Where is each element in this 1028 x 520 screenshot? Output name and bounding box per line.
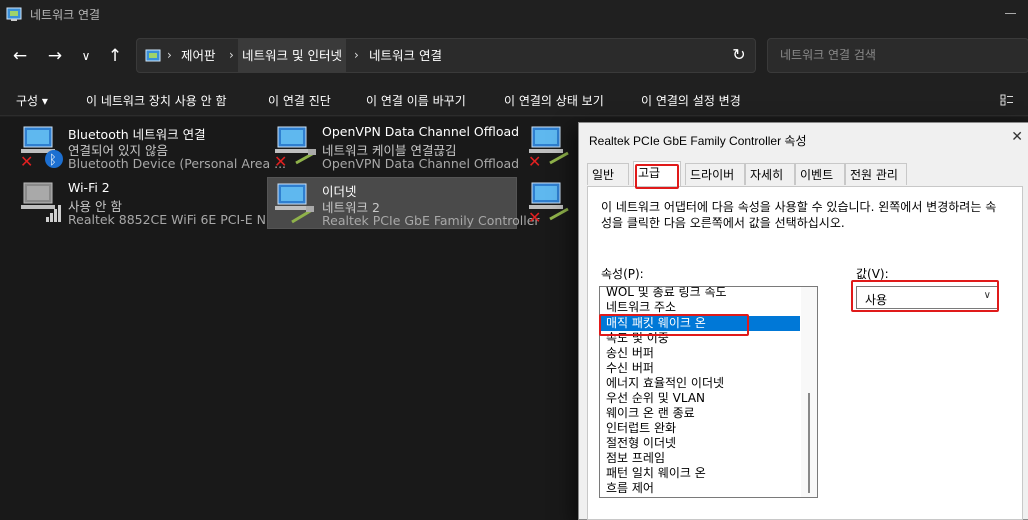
breadcrumb-network-internet[interactable]: 네트워크 및 인터넷 bbox=[238, 39, 346, 72]
list-item[interactable]: WOL 및 종료 링크 속도 bbox=[606, 287, 727, 300]
control-panel-icon bbox=[145, 49, 161, 62]
bluetooth-network-icon: ✕ ᛒ bbox=[20, 126, 63, 169]
svg-text:✕: ✕ bbox=[528, 152, 541, 169]
ethernet-disconnected-icon[interactable]: ✕ bbox=[524, 123, 574, 169]
advanced-panel: 이 네트워크 어댑터에 다음 속성을 사용할 수 있습니다. 왼쪽에서 변경하려… bbox=[587, 186, 1023, 520]
list-item[interactable]: 우선 순위 및 VLAN bbox=[606, 391, 705, 406]
network-folder-icon bbox=[6, 7, 22, 21]
refresh-icon[interactable]: ↻ bbox=[729, 45, 749, 65]
view-status-button[interactable]: 이 연결의 상태 보기 bbox=[504, 92, 604, 109]
list-item[interactable]: 패턴 일치 웨이크 온 bbox=[606, 466, 706, 481]
recent-chevron-down-icon[interactable]: ∨ bbox=[74, 44, 98, 68]
scrollbar-thumb[interactable] bbox=[808, 393, 810, 493]
value-label: 값(V): bbox=[856, 267, 889, 281]
rename-button[interactable]: 이 연결 이름 바꾸기 bbox=[366, 92, 466, 109]
list-item[interactable]: 절전형 이더넷 bbox=[606, 436, 676, 451]
connection-name: OpenVPN Data Channel Offload bbox=[322, 124, 520, 139]
svg-text:ᛒ: ᛒ bbox=[49, 153, 57, 168]
connection-device: Realtek 8852CE WiFi 6E PCI-E NIC bbox=[68, 212, 279, 227]
tab-advanced[interactable]: 고급 bbox=[633, 161, 681, 186]
close-icon[interactable]: ✕ bbox=[1011, 129, 1023, 145]
ethernet-disconnected-icon: ✕ bbox=[274, 126, 316, 169]
connection-item-wifi[interactable]: Wi-Fi 2 사용 안 함 Realtek 8852CE WiFi 6E PC… bbox=[14, 177, 278, 229]
connection-item-ethernet[interactable]: 이더넷 네트워크 2 Realtek PCIe GbE Family Contr… bbox=[267, 177, 540, 229]
svg-text:✕: ✕ bbox=[528, 208, 541, 225]
connection-name: Wi-Fi 2 bbox=[68, 180, 110, 195]
dialog-title: Realtek PCIe GbE Family Controller 속성 bbox=[589, 134, 807, 148]
search-box[interactable] bbox=[767, 38, 1028, 73]
chevron-down-icon: ∨ bbox=[983, 290, 991, 301]
list-item[interactable]: 에너지 효율적인 이더넷 bbox=[606, 376, 724, 391]
list-item[interactable]: 흐름 제어 bbox=[606, 481, 654, 496]
connection-device: OpenVPN Data Channel Offload bbox=[322, 156, 520, 171]
disable-device-button[interactable]: 이 네트워크 장치 사용 안 함 bbox=[86, 92, 227, 109]
svg-text:✕: ✕ bbox=[274, 152, 287, 169]
connection-item-bluetooth[interactable]: ✕ ᛒ Bluetooth 네트워크 연결 연결되어 있지 않음 Bluetoo… bbox=[14, 121, 286, 173]
list-item[interactable]: 수신 버퍼 bbox=[606, 361, 654, 376]
tab-driver[interactable]: 드라이버 bbox=[685, 163, 745, 185]
window-title: 네트워크 연결 bbox=[30, 8, 101, 22]
breadcrumb-control-panel[interactable]: 제어판 bbox=[177, 39, 220, 72]
title-bar: 네트워크 연결 bbox=[0, 0, 1028, 28]
list-item[interactable]: 송신 버퍼 bbox=[606, 346, 654, 361]
property-label: 속성(P): bbox=[601, 267, 644, 281]
tab-details[interactable]: 자세히 bbox=[745, 163, 795, 185]
wifi-disabled-icon bbox=[21, 182, 61, 222]
value-dropdown[interactable]: 사용 ∨ bbox=[856, 286, 998, 309]
list-item[interactable]: 인터럽트 완화 bbox=[606, 421, 676, 436]
up-arrow-icon[interactable]: ↑ bbox=[103, 44, 127, 68]
tab-power-management[interactable]: 전원 관리 bbox=[845, 163, 907, 185]
connection-item-openvpn[interactable]: ✕ OpenVPN Data Channel Offload 네트워크 케이블 … bbox=[268, 121, 520, 173]
value-dropdown-selected: 사용 bbox=[865, 293, 888, 307]
command-bar: 구성 ▾ 이 네트워크 장치 사용 안 함 이 연결 진단 이 연결 이름 바꾸… bbox=[0, 84, 1028, 116]
adapter-properties-dialog: Realtek PCIe GbE Family Controller 속성 ✕ … bbox=[578, 122, 1028, 520]
back-arrow-icon[interactable]: ← bbox=[8, 44, 32, 68]
navigation-bar: ← → ∨ ↑ › 제어판 › 네트워크 및 인터넷 › 네트워크 연결 ↻ bbox=[0, 28, 1028, 84]
list-item[interactable]: 네트워크 주소 bbox=[606, 300, 676, 315]
breadcrumb-separator: › bbox=[354, 48, 359, 62]
address-bar[interactable]: › 제어판 › 네트워크 및 인터넷 › 네트워크 연결 ↻ bbox=[136, 38, 756, 73]
listbox-scrollbar[interactable] bbox=[801, 287, 817, 497]
tab-general[interactable]: 일반 bbox=[587, 163, 629, 185]
panel-description: 이 네트워크 어댑터에 다음 속성을 사용할 수 있습니다. 왼쪽에서 변경하려… bbox=[601, 200, 997, 230]
list-item[interactable]: 웨이크 온 랜 종료 bbox=[606, 406, 695, 421]
ethernet-disconnected-icon[interactable]: ✕ bbox=[524, 179, 574, 225]
network-connections-window: 네트워크 연결 ← → ∨ ↑ › 제어판 › 네트워크 및 인터넷 › 네트워… bbox=[0, 0, 1028, 520]
organize-button[interactable]: 구성 ▾ bbox=[16, 92, 48, 109]
breadcrumb-separator: › bbox=[167, 48, 172, 62]
ethernet-connected-icon bbox=[275, 183, 314, 224]
connection-device: Bluetooth Device (Personal Area ... bbox=[68, 156, 287, 171]
list-item-selected[interactable]: 매직 패킷 웨이크 온 bbox=[600, 316, 800, 331]
breadcrumb-separator: › bbox=[229, 48, 234, 62]
search-input[interactable] bbox=[780, 48, 1010, 62]
property-listbox[interactable]: WOL 및 종료 링크 속도 네트워크 주소 매직 패킷 웨이크 온 속도 및 … bbox=[599, 286, 818, 498]
diagnose-button[interactable]: 이 연결 진단 bbox=[268, 92, 331, 109]
breadcrumb-network-connections[interactable]: 네트워크 연결 bbox=[365, 39, 446, 72]
list-item[interactable]: 속도 및 이중 bbox=[606, 331, 669, 346]
view-options-icon[interactable] bbox=[1000, 93, 1014, 107]
change-settings-button[interactable]: 이 연결의 설정 변경 bbox=[641, 92, 741, 109]
svg-text:✕: ✕ bbox=[20, 152, 33, 169]
list-item[interactable]: 점보 프레임 bbox=[606, 451, 665, 466]
minimize-button[interactable] bbox=[1005, 13, 1016, 14]
tab-events[interactable]: 이벤트 bbox=[795, 163, 845, 185]
forward-arrow-icon[interactable]: → bbox=[43, 44, 67, 68]
connection-device: Realtek PCIe GbE Family Controller bbox=[322, 213, 540, 228]
